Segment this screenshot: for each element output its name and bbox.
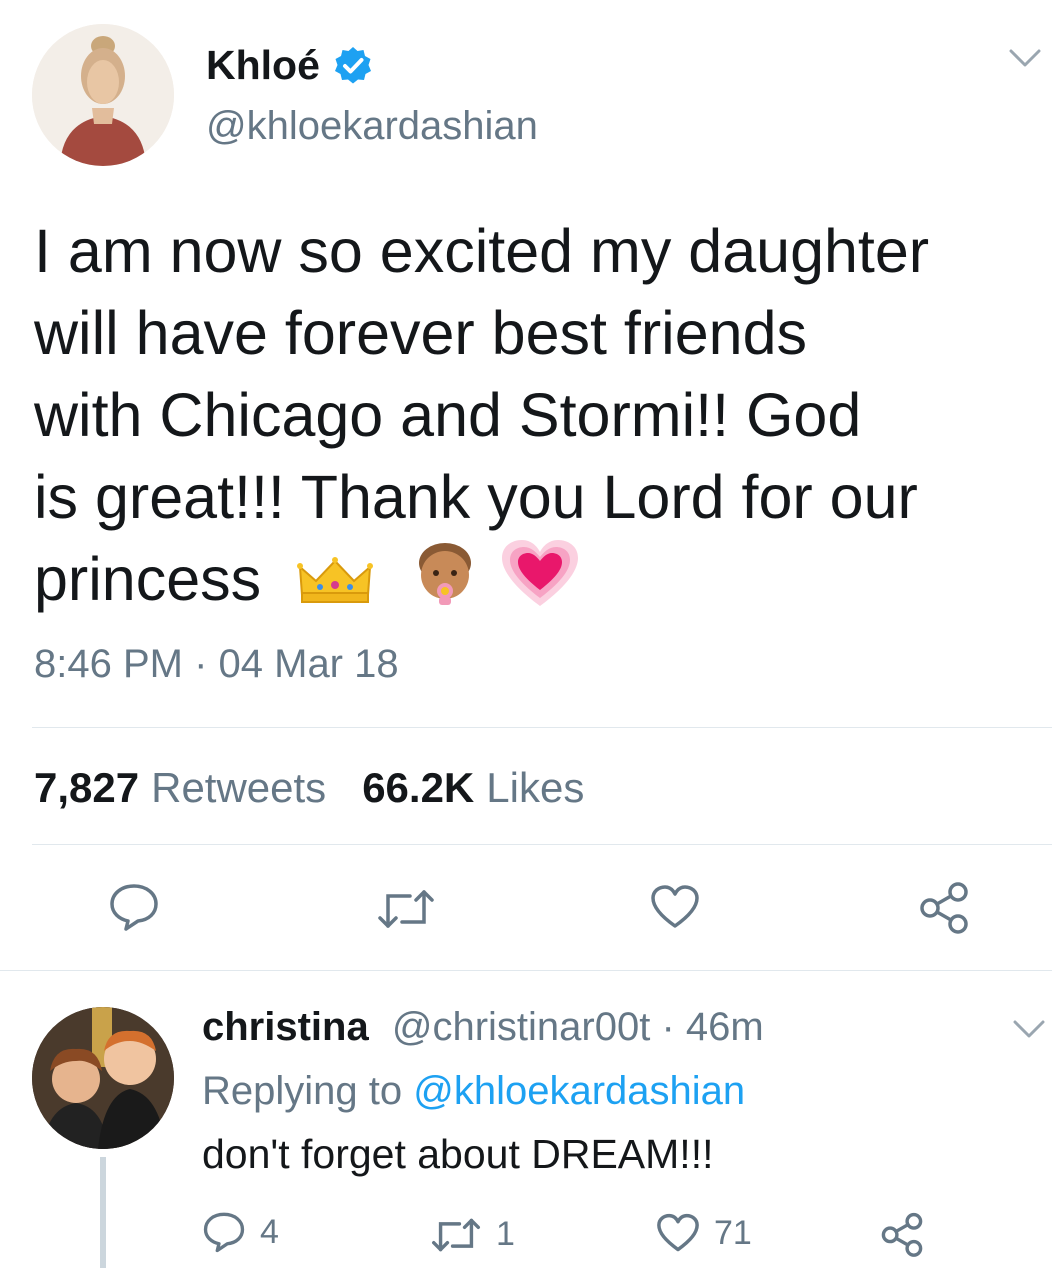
like-count: 71 <box>714 1213 752 1252</box>
likes-stat[interactable]: 66.2K Likes <box>362 764 584 812</box>
likes-label: Likes <box>486 764 585 811</box>
tweet-text-line: with Chicago and Stormi!! God <box>34 381 862 449</box>
likes-count: 66.2K <box>362 764 475 811</box>
like-icon <box>657 1213 699 1252</box>
reply-time: · 46m <box>650 1005 764 1049</box>
reply-header: christina @christinar00t · 46m <box>202 1005 764 1050</box>
retweet-button[interactable] <box>376 888 436 930</box>
reply-like-button[interactable]: 71 <box>656 1213 752 1253</box>
tweet-text-line: will have forever best friends <box>34 299 808 367</box>
reply-author-name[interactable]: christina <box>202 1005 369 1049</box>
author-name-row[interactable]: Khloé <box>206 42 374 89</box>
retweets-stat[interactable]: 7,827 Retweets <box>34 764 326 812</box>
share-icon <box>881 1212 923 1257</box>
reply-button[interactable] <box>108 882 160 932</box>
reply-share-button[interactable] <box>880 1211 924 1257</box>
chevron-down-icon[interactable] <box>1008 46 1042 70</box>
reply-icon <box>203 1212 245 1253</box>
replying-prefix: Replying to <box>202 1069 414 1113</box>
tweet-text-line: princess <box>34 545 262 614</box>
tweet-stats: 7,827 Retweets 66.2K Likes <box>34 764 584 812</box>
reply-author-handle[interactable]: @christinar00t <box>392 1005 650 1049</box>
retweet-count: 1 <box>496 1215 515 1253</box>
replying-to: Replying to @khloekardashian <box>202 1069 745 1114</box>
replying-mention-link[interactable]: @khloekardashian <box>413 1069 745 1113</box>
growing-heart-emoji-icon <box>500 538 580 630</box>
share-button[interactable] <box>918 880 970 934</box>
reply-chevron-down-icon[interactable] <box>1012 1017 1046 1046</box>
crown-emoji-icon <box>296 543 374 625</box>
reply-count: 4 <box>260 1212 279 1251</box>
reply-author-avatar[interactable] <box>32 1007 174 1149</box>
main-tweet: Khloé @khloekardashian I am now so excit… <box>0 0 1052 970</box>
author-handle[interactable]: @khloekardashian <box>206 104 538 149</box>
retweets-count: 7,827 <box>34 764 140 811</box>
tweet-timestamp[interactable]: 8:46 PM · 04 Mar 18 <box>34 642 399 687</box>
tweet-text-line: I am now so excited my daughter <box>34 217 930 285</box>
baby-emoji-icon <box>413 541 477 627</box>
thread-line <box>100 1157 106 1268</box>
reply-retweet-button[interactable]: 1 <box>430 1215 515 1254</box>
verified-badge-icon <box>332 45 374 87</box>
author-name[interactable]: Khloé <box>206 42 320 89</box>
reply-text: don't forget about DREAM!!! <box>202 1131 714 1177</box>
reply-tweet[interactable]: christina @christinar00t · 46m Replying … <box>0 971 1052 1268</box>
like-icon <box>651 885 699 928</box>
tweet-text-line: is great!!! Thank you Lord for our <box>34 463 918 531</box>
share-icon <box>920 882 968 934</box>
retweet-icon <box>378 890 434 928</box>
divider <box>32 727 1052 728</box>
tweet-text: I am now so excited my daughter will hav… <box>34 210 1024 630</box>
tweet-text-line-last: princess <box>34 538 1024 630</box>
reply-icon <box>110 884 158 931</box>
retweets-label: Retweets <box>151 764 327 811</box>
reply-reply-button[interactable]: 4 <box>202 1211 279 1253</box>
retweet-icon <box>432 1218 480 1251</box>
author-avatar[interactable] <box>32 24 174 166</box>
divider <box>32 844 1052 845</box>
like-button[interactable] <box>650 884 700 930</box>
